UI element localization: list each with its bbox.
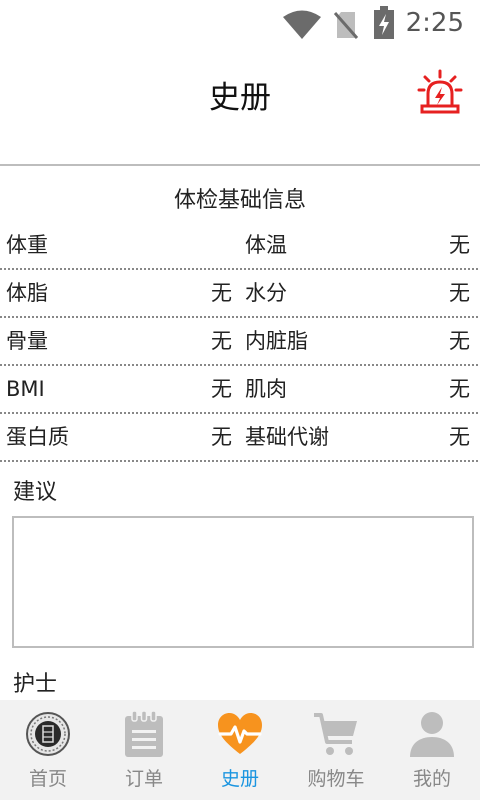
table-row: 蛋白质 无 基础代谢 无: [0, 414, 480, 462]
bottom-nav: 首页 订单 史册 购物车 我的: [0, 700, 480, 800]
metric-label: 体重: [6, 233, 48, 257]
metric-label: 体脂: [6, 281, 48, 305]
nav-item-history[interactable]: 史册: [192, 700, 288, 800]
home-seal-icon: [26, 712, 70, 756]
metric-value: 无: [449, 281, 470, 305]
advice-textarea[interactable]: [12, 516, 474, 648]
metric-label: BMI: [6, 377, 45, 401]
metric-label: 肌肉: [245, 377, 287, 401]
nav-item-orders[interactable]: 订单: [96, 700, 192, 800]
metric-value: 无: [211, 281, 232, 305]
metric-value: 无: [211, 425, 232, 449]
metric-value: 无: [211, 329, 232, 353]
nav-item-me[interactable]: 我的: [384, 700, 480, 800]
clipboard-icon: [125, 710, 163, 757]
table-row: 体重 体温 无: [0, 222, 480, 270]
metric-label: 体温: [245, 233, 287, 257]
app-header: 史册: [0, 48, 480, 166]
metric-value: 无: [449, 329, 470, 353]
section-title: 体检基础信息: [173, 188, 306, 213]
table-row: 骨量 无 内脏脂 无: [0, 318, 480, 366]
alarm-button[interactable]: [416, 68, 464, 116]
metric-label: 基础代谢: [245, 425, 329, 449]
battery-charging-icon: [374, 6, 394, 39]
wifi-icon: [283, 10, 321, 39]
page-title: 史册: [209, 80, 271, 116]
no-sim-icon: [333, 12, 359, 39]
metric-value: 无: [449, 425, 470, 449]
alarm-light-icon: [417, 69, 463, 114]
table-row: 体脂 无 水分 无: [0, 270, 480, 318]
heart-pulse-icon: [218, 713, 262, 754]
nav-item-home[interactable]: 首页: [0, 700, 96, 800]
table-row: BMI 无 肌肉 无: [0, 366, 480, 414]
metric-label: 内脏脂: [245, 329, 308, 353]
status-time: 2:25: [405, 8, 464, 38]
cart-icon: [314, 713, 357, 755]
nav-item-cart[interactable]: 购物车: [288, 700, 384, 800]
user-icon: [410, 712, 454, 757]
status-bar: 2:25: [0, 0, 480, 48]
metric-label: 水分: [245, 281, 287, 305]
metric-value: 无: [449, 377, 470, 401]
nav-label: 购物车: [307, 768, 365, 790]
advice-label: 建议: [13, 480, 58, 505]
nav-label: 我的: [412, 768, 451, 790]
metric-value: 无: [449, 233, 470, 257]
metric-label: 骨量: [6, 329, 48, 353]
nav-label: 首页: [28, 768, 67, 790]
nav-label: 史册: [220, 768, 259, 790]
nurse-label: 护士: [13, 672, 58, 697]
metric-label: 蛋白质: [6, 425, 69, 449]
metric-value: 无: [211, 377, 232, 401]
nav-label: 订单: [124, 768, 163, 790]
checkup-info-grid: 体重 体温 无 体脂 无 水分 无 骨量 无 内脏脂 无 BMI 无 肌肉 无 …: [0, 222, 480, 462]
